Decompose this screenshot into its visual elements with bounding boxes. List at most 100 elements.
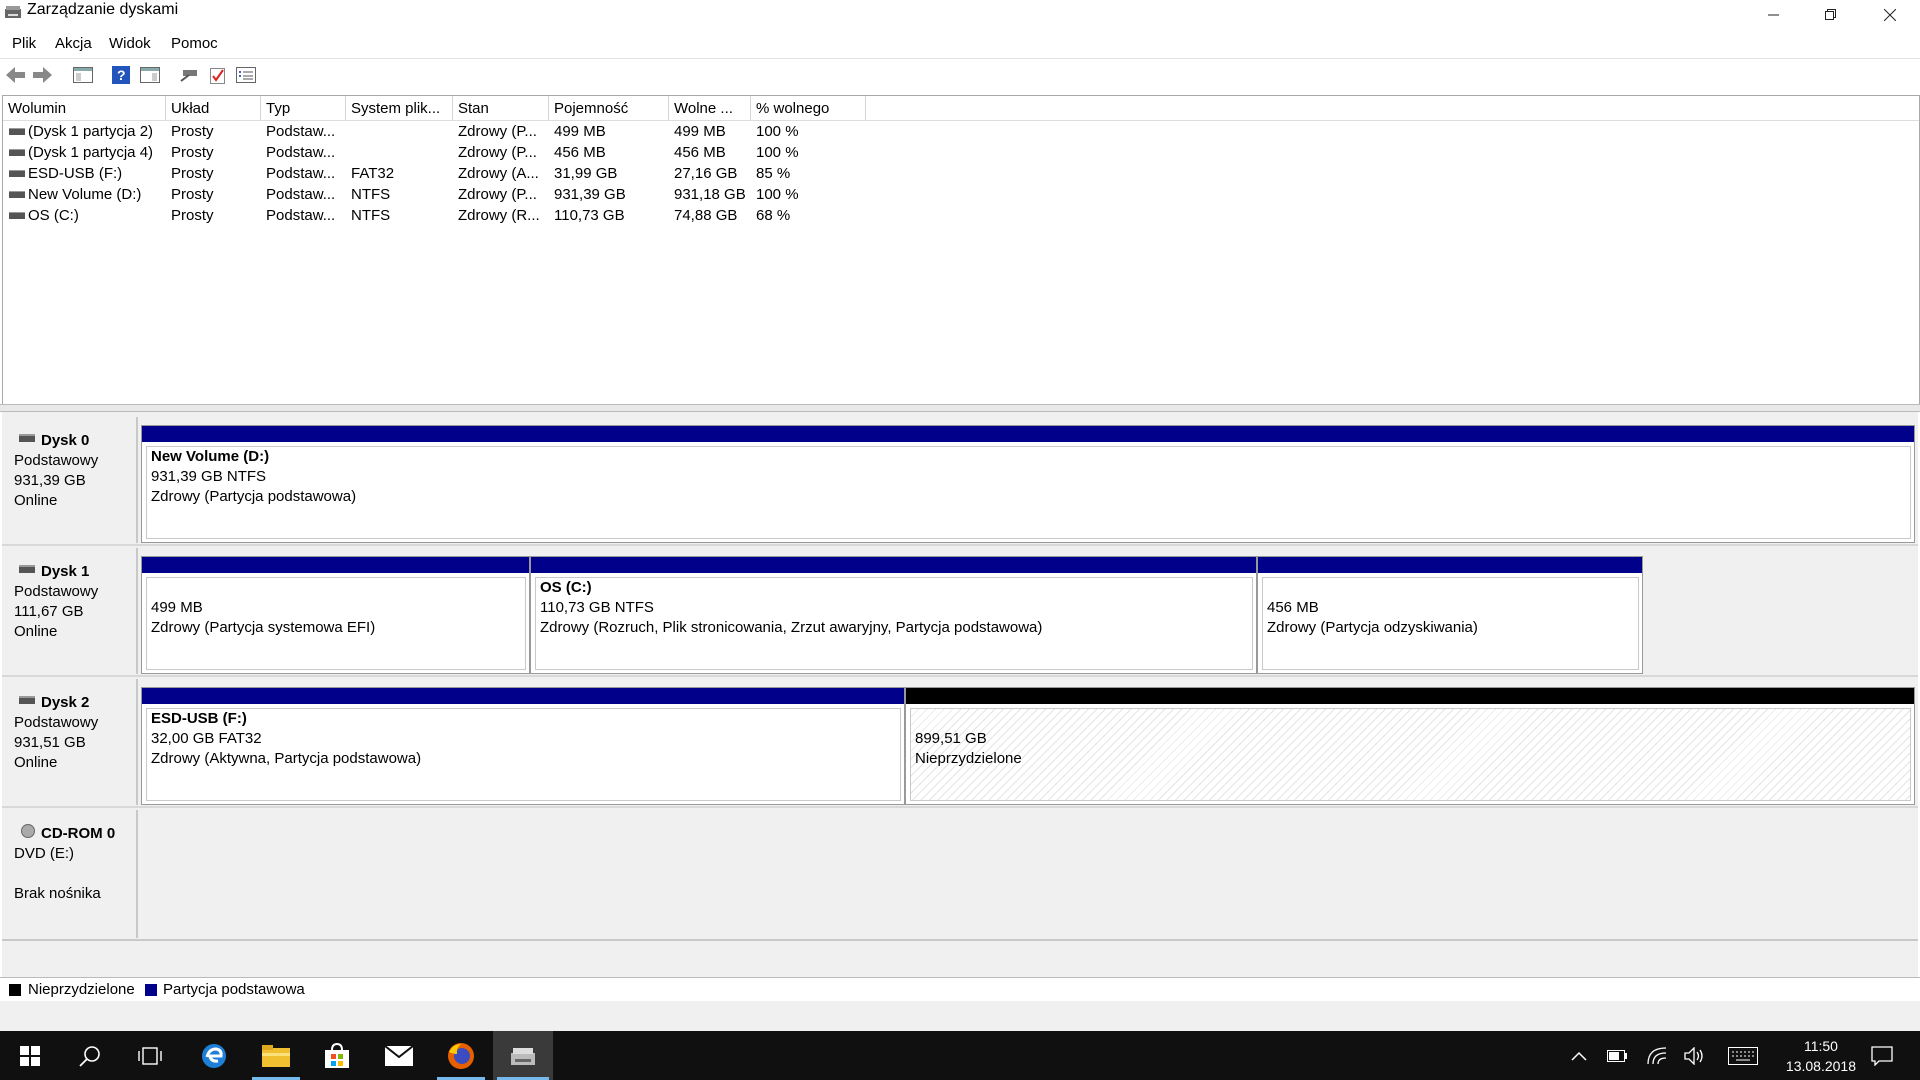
- disk-type: Podstawowy: [14, 714, 99, 731]
- file-explorer-icon: [262, 1044, 290, 1067]
- partition-recovery[interactable]: 456 MB Zdrowy (Partycja odzyskiwania): [1257, 556, 1643, 674]
- console-tree-button[interactable]: [72, 64, 94, 86]
- cell-type: Podstaw...: [266, 165, 336, 182]
- touch-keyboard-button[interactable]: [1722, 1031, 1764, 1080]
- properties-pane-button[interactable]: [139, 64, 161, 86]
- cell-status: Zdrowy (P...: [458, 144, 537, 161]
- forward-button[interactable]: [32, 64, 54, 86]
- partition-body: 899,51 GB Nieprzydzielone: [910, 708, 1911, 801]
- list-view-button[interactable]: [235, 64, 257, 86]
- cell-capacity: 456 MB: [554, 144, 606, 161]
- battery-icon: [1607, 1049, 1627, 1062]
- partition-os-c[interactable]: OS (C:) 110,73 GB NTFS Zdrowy (Rozruch, …: [530, 556, 1257, 674]
- cell-capacity: 31,99 GB: [554, 165, 618, 182]
- cell-volume: New Volume (D:): [28, 186, 142, 203]
- cell-free: 499 MB: [674, 123, 726, 140]
- cell-status: Zdrowy (A...: [458, 165, 539, 182]
- partition-body: New Volume (D:) 931,39 GB NTFS Zdrowy (P…: [146, 446, 1911, 539]
- column-procent-wolnego[interactable]: % wolnego: [751, 96, 866, 120]
- disk-row-2: Dysk 2 Podstawowy 931,51 GB Online ESD-U…: [2, 679, 1918, 805]
- partition-status: Nieprzydzielone: [915, 750, 1022, 767]
- store-button[interactable]: [309, 1031, 365, 1080]
- column-wolumin[interactable]: Wolumin: [3, 96, 166, 120]
- cell-volume: (Dysk 1 partycja 4): [28, 144, 154, 161]
- column-uklad[interactable]: Układ: [166, 96, 261, 120]
- firefox-button[interactable]: [433, 1031, 489, 1080]
- start-button[interactable]: [2, 1031, 58, 1080]
- partition-bar: [142, 557, 529, 573]
- check-button[interactable]: [207, 64, 229, 86]
- divider: [2, 939, 1918, 941]
- connect-button[interactable]: [178, 64, 200, 86]
- restore-button[interactable]: [1803, 0, 1859, 30]
- check-icon: [210, 68, 225, 84]
- cell-layout: Prosty: [171, 165, 214, 182]
- partition-title: [1267, 578, 1638, 598]
- menu-akcja[interactable]: Akcja: [55, 34, 92, 54]
- partition-efi[interactable]: 499 MB Zdrowy (Partycja systemowa EFI): [141, 556, 530, 674]
- help-button[interactable]: ?: [110, 64, 132, 86]
- notifications-icon: [1871, 1045, 1893, 1066]
- partition-new-volume-d[interactable]: New Volume (D:) 931,39 GB NTFS Zdrowy (P…: [141, 425, 1915, 543]
- column-pojemnosc[interactable]: Pojemność: [549, 96, 669, 120]
- restore-icon: [1825, 9, 1836, 20]
- volume-icon: [9, 191, 25, 198]
- table-row[interactable]: OS (C:) Prosty Podstaw... NTFS Zdrowy (R…: [3, 205, 1919, 226]
- cell-filesystem: NTFS: [351, 207, 391, 224]
- disk-label-1[interactable]: Dysk 1 Podstawowy 111,67 GB Online: [2, 548, 138, 674]
- wifi-icon: [1647, 1046, 1667, 1064]
- mail-button[interactable]: [371, 1031, 427, 1080]
- disk-name: Dysk 0: [41, 432, 90, 449]
- cell-filesystem: NTFS: [351, 186, 391, 203]
- cell-capacity: 110,73 GB: [554, 207, 625, 224]
- clock-date: 13.08.2018: [1785, 1058, 1856, 1074]
- disk-label-2[interactable]: Dysk 2 Podstawowy 931,51 GB Online: [2, 679, 138, 805]
- task-view-button[interactable]: [122, 1031, 178, 1080]
- menu-widok[interactable]: Widok: [109, 34, 151, 54]
- cell-status: Zdrowy (P...: [458, 123, 537, 140]
- clock[interactable]: 11:50 13.08.2018: [1786, 1036, 1856, 1076]
- table-row[interactable]: (Dysk 1 partycja 4) Prosty Podstaw... Zd…: [3, 142, 1919, 163]
- battery-button[interactable]: [1600, 1031, 1634, 1080]
- file-explorer-button[interactable]: [248, 1031, 304, 1080]
- back-button[interactable]: [5, 64, 27, 86]
- table-row[interactable]: New Volume (D:) Prosty Podstaw... NTFS Z…: [3, 184, 1919, 205]
- table-row[interactable]: ESD-USB (F:) Prosty Podstaw... FAT32 Zdr…: [3, 163, 1919, 184]
- forward-arrow-icon: [33, 67, 52, 83]
- action-center-button[interactable]: [1862, 1031, 1902, 1080]
- minimize-button[interactable]: [1746, 0, 1802, 30]
- disk-type: Podstawowy: [14, 452, 99, 469]
- disk-size: [14, 864, 136, 884]
- show-hidden-icons-button[interactable]: [1562, 1031, 1596, 1080]
- column-typ[interactable]: Typ: [261, 96, 346, 120]
- cell-percent-free: 100 %: [756, 123, 799, 140]
- table-row[interactable]: (Dysk 1 partycja 2) Prosty Podstaw... Zd…: [3, 121, 1919, 142]
- column-wolne[interactable]: Wolne ...: [669, 96, 751, 120]
- console-tree-icon: [73, 67, 93, 83]
- disk-status: Online: [14, 492, 58, 509]
- edge-button[interactable]: [186, 1031, 242, 1080]
- toolbar: ?: [0, 58, 1920, 91]
- disk-label-cdrom[interactable]: CD-ROM 0 DVD (E:) Brak nośnika: [2, 810, 138, 938]
- disk-type: DVD (E:): [14, 845, 74, 862]
- pane-splitter[interactable]: [0, 404, 1920, 412]
- disk-management-taskbar-button[interactable]: [493, 1031, 553, 1080]
- search-button[interactable]: [62, 1031, 118, 1080]
- disk-label-0[interactable]: Dysk 0 Podstawowy 931,39 GB Online: [2, 417, 138, 543]
- cell-free: 74,88 GB: [674, 207, 738, 224]
- close-button[interactable]: [1862, 0, 1918, 30]
- volume-icon: [9, 128, 25, 135]
- column-stan[interactable]: Stan: [453, 96, 549, 120]
- disk-row-0: Dysk 0 Podstawowy 931,39 GB Online New V…: [2, 417, 1918, 543]
- menu-pomoc[interactable]: Pomoc: [171, 34, 218, 54]
- column-system-plikow[interactable]: System plik...: [346, 96, 453, 120]
- partition-unallocated[interactable]: 899,51 GB Nieprzydzielone: [905, 687, 1915, 805]
- back-arrow-icon: [6, 67, 25, 83]
- connect-icon: [180, 70, 197, 82]
- cell-status: Zdrowy (P...: [458, 186, 537, 203]
- partition-esd-usb-f[interactable]: ESD-USB (F:) 32,00 GB FAT32 Zdrowy (Akty…: [141, 687, 905, 805]
- volume-button[interactable]: [1678, 1031, 1712, 1080]
- network-button[interactable]: [1640, 1031, 1674, 1080]
- cell-layout: Prosty: [171, 123, 214, 140]
- menu-plik[interactable]: Plik: [12, 34, 36, 54]
